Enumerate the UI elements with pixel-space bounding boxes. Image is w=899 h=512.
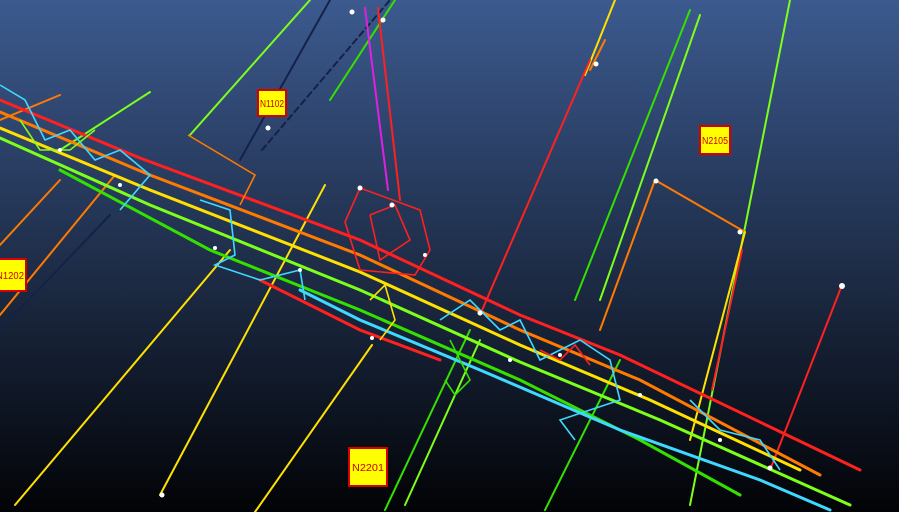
label-n2201-text: N2201: [352, 463, 384, 474]
label-n1202[interactable]: N1202: [0, 258, 27, 292]
survey-node: [423, 253, 427, 257]
survey-node: [508, 358, 512, 362]
survey-node: [349, 9, 355, 15]
viewport-background: [0, 0, 899, 512]
survey-node: [593, 61, 599, 67]
3d-tunnel-viewport[interactable]: N1102 N2105 N1202 N2201: [0, 0, 899, 512]
label-n1202-text: N1202: [0, 271, 24, 282]
survey-node: [265, 125, 271, 131]
label-n1102[interactable]: N1102: [257, 89, 287, 117]
survey-node: [357, 185, 363, 191]
survey-node: [718, 438, 722, 442]
survey-node: [389, 202, 395, 208]
survey-node: [767, 465, 773, 471]
label-n1102-text: N1102: [260, 99, 284, 110]
survey-node: [558, 353, 562, 357]
survey-node: [380, 17, 386, 23]
survey-node: [118, 183, 122, 187]
label-n2105[interactable]: N2105: [699, 125, 731, 155]
survey-node: [638, 393, 642, 397]
tunnel-network-canvas[interactable]: N1102 N2105 N1202 N2201: [0, 0, 899, 512]
survey-node: [159, 492, 165, 498]
survey-node: [58, 148, 62, 152]
survey-node: [839, 283, 845, 289]
label-n2105-text: N2105: [702, 136, 728, 147]
survey-node: [737, 229, 743, 235]
survey-node: [653, 178, 659, 184]
survey-node: [298, 268, 302, 272]
survey-node: [370, 336, 374, 340]
survey-node: [477, 310, 483, 316]
label-n2201[interactable]: N2201: [348, 447, 388, 487]
survey-node: [213, 246, 217, 250]
